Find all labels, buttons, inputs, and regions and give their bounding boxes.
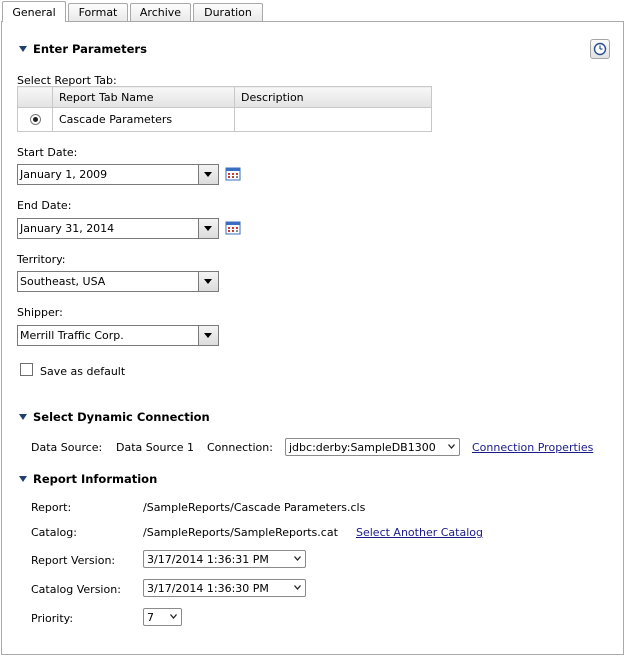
report-value: /SampleReports/Cascade Parameters.cls	[143, 501, 366, 514]
tab-bar: General Format Archive Duration	[0, 0, 627, 22]
schedule-button[interactable]	[590, 39, 610, 59]
shipper-combo[interactable]: Merrill Traffic Corp.	[17, 325, 219, 346]
shipper-label: Shipper:	[17, 306, 63, 319]
dynamic-connection-header[interactable]: Select Dynamic Connection	[19, 410, 210, 424]
dynamic-connection-title: Select Dynamic Connection	[33, 410, 210, 424]
select-another-catalog-link[interactable]: Select Another Catalog	[356, 526, 483, 539]
save-default-checkbox[interactable]	[20, 363, 33, 376]
priority-label: Priority:	[31, 612, 74, 625]
chevron-down-icon	[170, 614, 177, 619]
report-version-select[interactable]: 3/17/2014 1:36:31 PM	[143, 550, 306, 568]
chevron-down-icon[interactable]	[198, 165, 218, 184]
catalog-version-label: Catalog Version:	[31, 583, 121, 596]
tab-archive[interactable]: Archive	[130, 3, 191, 21]
calendar-icon[interactable]	[225, 167, 242, 182]
priority-select[interactable]: 7	[143, 608, 182, 626]
chevron-down-icon[interactable]	[198, 219, 218, 238]
triangle-down-icon	[19, 45, 27, 52]
priority-value: 7	[147, 611, 154, 624]
table-header-row: Report Tab Name Description	[17, 86, 432, 108]
report-version-value: 3/17/2014 1:36:31 PM	[147, 553, 269, 566]
chevron-down-icon	[294, 556, 301, 561]
clock-icon	[593, 42, 607, 56]
report-tab-table: Report Tab Name Description Cascade Para…	[17, 86, 432, 132]
catalog-version-select[interactable]: 3/17/2014 1:36:30 PM	[143, 579, 306, 597]
end-date-label: End Date:	[17, 199, 72, 212]
territory-combo[interactable]: Southeast, USA	[17, 271, 219, 292]
tab-format[interactable]: Format	[68, 3, 128, 21]
triangle-down-icon	[19, 413, 27, 420]
triangle-down-icon	[19, 475, 27, 482]
enter-parameters-header[interactable]: Enter Parameters	[19, 42, 147, 56]
end-date-combo[interactable]: January 31, 2014	[17, 218, 219, 239]
catalog-value: /SampleReports/SampleReports.cat	[143, 526, 338, 539]
connection-select[interactable]: jdbc:derby:SampleDB1300	[285, 438, 460, 456]
start-date-value: January 1, 2009	[20, 168, 108, 181]
territory-label: Territory:	[17, 253, 66, 266]
start-date-combo[interactable]: January 1, 2009	[17, 164, 219, 185]
tab-duration[interactable]: Duration	[193, 3, 263, 21]
chevron-down-icon	[294, 585, 301, 590]
chevron-down-icon	[448, 444, 455, 449]
row-description	[234, 107, 432, 132]
report-information-title: Report Information	[33, 472, 158, 486]
chevron-down-icon[interactable]	[198, 326, 218, 345]
end-date-value: January 31, 2014	[20, 222, 115, 235]
column-header-name: Report Tab Name	[52, 86, 235, 108]
start-date-label: Start Date:	[17, 146, 78, 159]
shipper-value: Merrill Traffic Corp.	[20, 329, 124, 342]
table-row[interactable]: Cascade Parameters	[17, 107, 432, 132]
catalog-label: Catalog:	[31, 526, 77, 539]
data-source-label: Data Source:	[31, 441, 103, 454]
row-select-cell	[17, 107, 53, 132]
connection-properties-link[interactable]: Connection Properties	[472, 441, 593, 454]
save-default-label: Save as default	[40, 365, 126, 378]
data-source-value: Data Source 1	[116, 441, 195, 454]
chevron-down-icon[interactable]	[198, 272, 218, 291]
calendar-icon[interactable]	[225, 221, 242, 236]
connection-label: Connection:	[207, 441, 273, 454]
report-label: Report:	[31, 501, 72, 514]
row-name: Cascade Parameters	[52, 107, 235, 132]
connection-value: jdbc:derby:SampleDB1300	[289, 441, 436, 454]
tab-general[interactable]: General	[2, 1, 66, 22]
report-information-header[interactable]: Report Information	[19, 472, 157, 486]
catalog-version-value: 3/17/2014 1:36:30 PM	[147, 582, 269, 595]
territory-value: Southeast, USA	[20, 275, 106, 288]
enter-parameters-title: Enter Parameters	[33, 42, 147, 56]
column-header-description: Description	[234, 86, 432, 108]
select-column-header	[17, 86, 53, 108]
row-radio[interactable]	[29, 114, 41, 125]
report-version-label: Report Version:	[31, 554, 116, 567]
